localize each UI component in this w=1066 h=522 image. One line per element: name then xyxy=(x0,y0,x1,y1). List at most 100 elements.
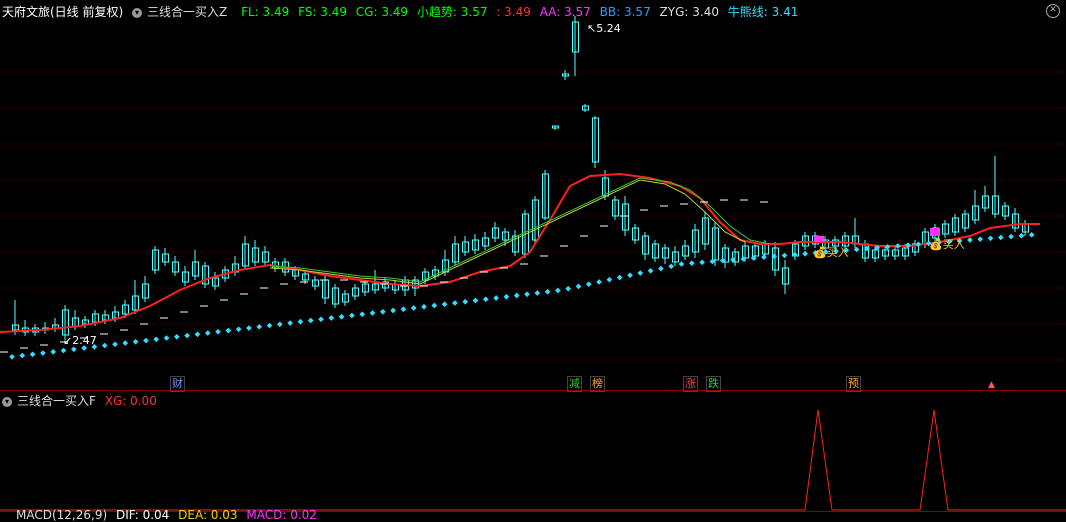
macd-dif: DIF: 0.04 xyxy=(115,508,170,522)
macd-dea: DEA: 0.03 xyxy=(178,508,238,522)
bull-bear-dot xyxy=(658,265,664,272)
bull-bear-dot xyxy=(462,298,469,305)
bull-bear-dot xyxy=(266,322,273,329)
bull-bear-dot xyxy=(132,338,139,345)
bull-bear-dot xyxy=(616,274,623,281)
bull-bear-dot xyxy=(596,279,602,285)
bull-bear-dot xyxy=(441,301,448,308)
bull-bear-dot xyxy=(369,310,376,316)
bull-bear-dot xyxy=(555,287,561,294)
ma-line-red xyxy=(0,172,1040,333)
bull-bear-dot xyxy=(163,335,170,341)
aa-marker xyxy=(930,228,940,236)
bull-bear-dot xyxy=(194,331,201,338)
bull-bear-dot xyxy=(997,234,1004,241)
bull-bear-dot xyxy=(287,320,293,326)
bull-bear-dot xyxy=(173,333,180,340)
bull-bear-dot xyxy=(967,237,973,243)
bull-bear-dot xyxy=(410,305,417,311)
bull-bear-dot xyxy=(482,296,489,303)
aa-marker xyxy=(814,236,824,242)
bull-bear-dot xyxy=(606,276,613,283)
bull-bear-dot xyxy=(565,285,572,292)
bull-bear-dot xyxy=(915,241,922,248)
sub-indicator-name[interactable]: 三线合一买入F xyxy=(17,394,96,408)
bull-bear-dot xyxy=(9,353,15,360)
bull-bear-dot xyxy=(585,281,592,288)
moneybag-icon: 💰 xyxy=(929,238,943,251)
bull-bear-dot xyxy=(781,252,788,259)
macd-value: MACD: 0.02 xyxy=(246,508,317,522)
bull-bear-dot xyxy=(297,318,304,325)
bull-bear-dot xyxy=(256,323,263,330)
bull-bear-dot xyxy=(421,303,427,310)
bull-bear-dot xyxy=(688,260,695,267)
bull-bear-dot xyxy=(112,341,118,348)
bull-bear-dot xyxy=(184,332,190,339)
bull-bear-dot xyxy=(338,313,345,320)
buy-signal-2[interactable]: 💰买入 xyxy=(928,238,966,252)
bull-bear-dot xyxy=(678,261,685,267)
bull-bear-dot xyxy=(534,290,541,296)
bull-bear-dot xyxy=(225,327,232,334)
bull-bear-dot xyxy=(1008,233,1014,240)
bull-bear-dot xyxy=(884,244,891,250)
bull-bear-dot xyxy=(379,308,386,315)
bull-bear-dot xyxy=(390,307,396,314)
bull-bear-dot xyxy=(349,312,355,319)
candles xyxy=(12,16,1029,340)
bull-bear-dot xyxy=(276,321,283,328)
bull-bear-dot xyxy=(513,292,520,299)
bull-bear-dot xyxy=(987,235,994,242)
bull-bear-dot xyxy=(318,316,324,323)
bull-bear-dot xyxy=(637,270,644,276)
xg-line xyxy=(0,409,1066,511)
bull-bear-dot xyxy=(493,295,499,301)
bull-bear-dot xyxy=(647,267,654,274)
bull-bear-dots xyxy=(9,228,1035,360)
bull-bear-dot xyxy=(761,254,767,261)
bull-bear-dot xyxy=(544,288,551,295)
bull-bear-dot xyxy=(400,306,407,313)
bull-bear-dot xyxy=(802,250,808,257)
bull-bear-dot xyxy=(668,263,675,270)
bull-bear-dot xyxy=(204,330,211,336)
bull-bear-dot xyxy=(19,352,26,359)
macd-label[interactable]: MACD(12,26,9) xyxy=(16,508,107,522)
bull-bear-dot xyxy=(699,259,705,266)
bull-bear-dot xyxy=(328,315,335,321)
bull-bear-dot xyxy=(1028,232,1035,238)
sub-chart-header: ▾ 三线合一买入F XG: 0.00 xyxy=(2,391,162,411)
bull-bear-dot xyxy=(452,300,458,306)
moneybag-icon: 💰 xyxy=(813,246,827,259)
buy-signal-1[interactable]: 💰买入 xyxy=(812,246,850,260)
low-price-label: ↙2.47 xyxy=(63,334,97,347)
high-price-label: ↖5.24 xyxy=(587,22,621,35)
bull-bear-dot xyxy=(246,325,252,331)
bull-bear-dot xyxy=(101,342,108,349)
bull-bear-dot xyxy=(122,340,129,346)
kline-chart[interactable] xyxy=(0,0,1066,518)
bull-bear-dot xyxy=(627,272,633,279)
bull-bear-dot xyxy=(503,293,510,300)
bull-bear-dot xyxy=(40,350,46,356)
bull-bear-dot xyxy=(153,336,160,343)
bull-bear-dot xyxy=(977,236,984,242)
macd-header: MACD(12,26,9) DIF: 0.04 DEA: 0.03 MACD: … xyxy=(16,508,322,522)
bull-bear-dot xyxy=(709,258,716,265)
bull-bear-dot xyxy=(524,291,530,298)
chevron-down-icon[interactable]: ▾ xyxy=(2,396,12,407)
bull-bear-dot xyxy=(894,243,901,249)
bull-bear-dot xyxy=(235,326,242,333)
bull-bear-dot xyxy=(307,317,314,324)
bull-bear-dot xyxy=(143,337,149,344)
sub-indicator-value: XG: 0.00 xyxy=(104,394,157,408)
bull-bear-dot xyxy=(50,348,57,355)
bull-bear-dot xyxy=(29,351,36,358)
bull-bear-dot xyxy=(215,328,221,335)
bull-bear-dot xyxy=(431,302,438,309)
bull-bear-dot xyxy=(359,311,366,318)
bull-bear-dot xyxy=(60,347,67,354)
bull-bear-dot xyxy=(1018,232,1025,239)
bull-bear-dot xyxy=(472,297,479,304)
